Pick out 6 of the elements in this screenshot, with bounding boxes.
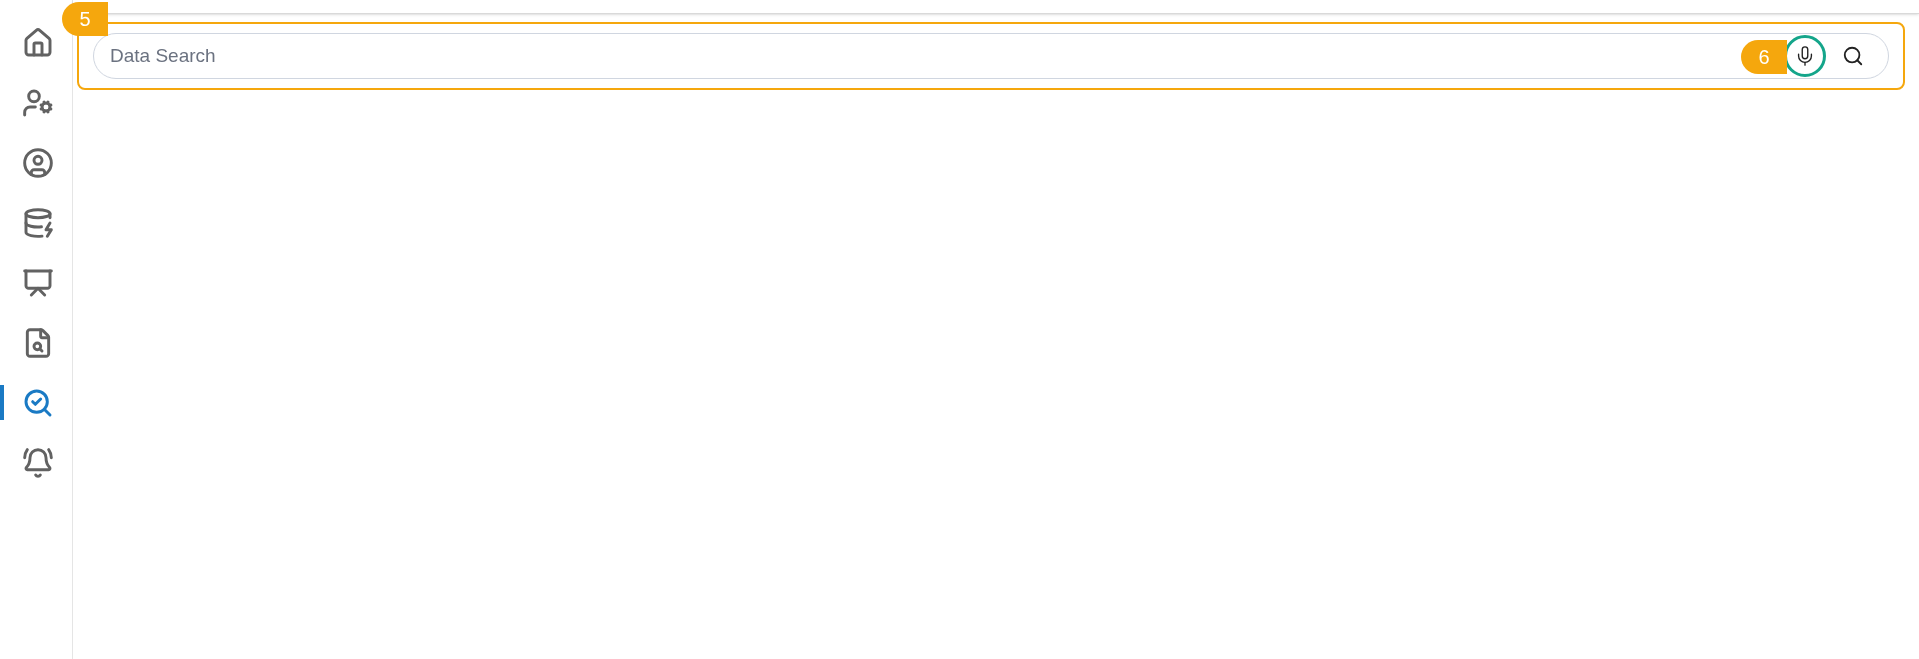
callout-badge: 6 (1741, 40, 1787, 74)
callout-badge: 5 (62, 2, 108, 36)
home-icon (22, 26, 54, 59)
search-icon (1842, 45, 1864, 67)
search-field[interactable]: Data Search (110, 41, 1724, 71)
alarm-bell-icon (22, 446, 54, 479)
